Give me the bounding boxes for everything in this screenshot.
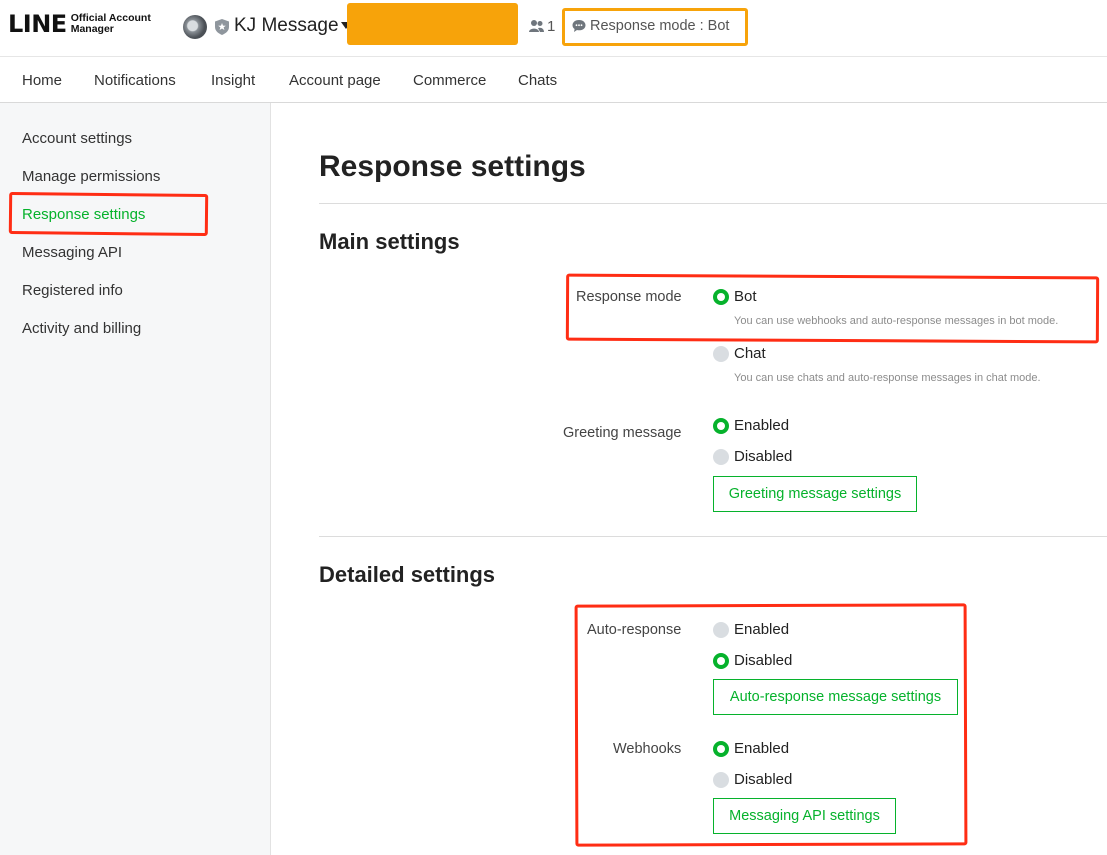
response-settings-highlight <box>8 191 209 237</box>
sidebar-item-messaging-api[interactable]: Messaging API <box>22 244 122 261</box>
response-mode-chat-label[interactable]: Chat <box>734 345 766 362</box>
sidebar-item-account-settings[interactable]: Account settings <box>22 130 132 147</box>
account-name[interactable]: KJ Message <box>234 15 339 37</box>
response-mode-highlight-box <box>565 273 1100 344</box>
shield-icon <box>215 19 229 35</box>
account-avatar[interactable] <box>183 15 207 39</box>
logo-line-text: LINE <box>8 10 67 38</box>
greeting-message-label: Greeting message <box>563 425 682 441</box>
sidebar-item-registered-info[interactable]: Registered info <box>22 282 123 299</box>
greeting-disabled-label[interactable]: Disabled <box>734 448 792 465</box>
greeting-enabled-radio[interactable] <box>713 418 729 434</box>
settings-sidebar: Account settings Manage permissions Resp… <box>0 103 271 855</box>
redaction-mark <box>347 3 518 45</box>
logo-subtitle-line-2: Manager <box>70 23 114 35</box>
nav-commerce[interactable]: Commerce <box>413 72 486 89</box>
greeting-disabled-radio[interactable] <box>713 449 729 465</box>
title-divider <box>319 203 1107 204</box>
response-mode-chat-radio[interactable] <box>713 346 729 362</box>
main-settings-heading: Main settings <box>319 229 460 254</box>
greeting-enabled-label[interactable]: Enabled <box>734 417 789 434</box>
greeting-message-settings-button[interactable]: Greeting message settings <box>713 476 917 512</box>
nav-chats[interactable]: Chats <box>518 72 557 89</box>
top-navigation: Home Notifications Insight Account page … <box>0 56 1107 103</box>
response-mode-chat-description: You can use chats and auto-response mess… <box>734 372 1041 384</box>
friends-icon <box>529 20 544 32</box>
sidebar-item-activity-and-billing[interactable]: Activity and billing <box>22 320 141 337</box>
line-oa-manager-logo[interactable]: LINE Official Account Manager <box>8 12 151 36</box>
nav-account-page[interactable]: Account page <box>289 72 381 89</box>
detailed-settings-heading: Detailed settings <box>319 562 496 587</box>
response-mode-indicator[interactable]: Response mode : Bot <box>590 18 729 34</box>
detailed-settings-highlight-box <box>574 603 968 847</box>
logo-subtitle: Official Account Manager <box>71 13 151 35</box>
page-title: Response settings <box>319 150 586 183</box>
chat-bubble-icon <box>572 20 586 32</box>
sidebar-item-manage-permissions[interactable]: Manage permissions <box>22 168 160 185</box>
app-header: LINE Official Account Manager KJ Message… <box>0 0 1107 56</box>
nav-home[interactable]: Home <box>22 72 62 89</box>
nav-insight[interactable]: Insight <box>211 72 255 89</box>
section-divider <box>319 536 1107 537</box>
friends-count: 1 <box>547 18 556 35</box>
nav-notifications[interactable]: Notifications <box>94 72 176 89</box>
